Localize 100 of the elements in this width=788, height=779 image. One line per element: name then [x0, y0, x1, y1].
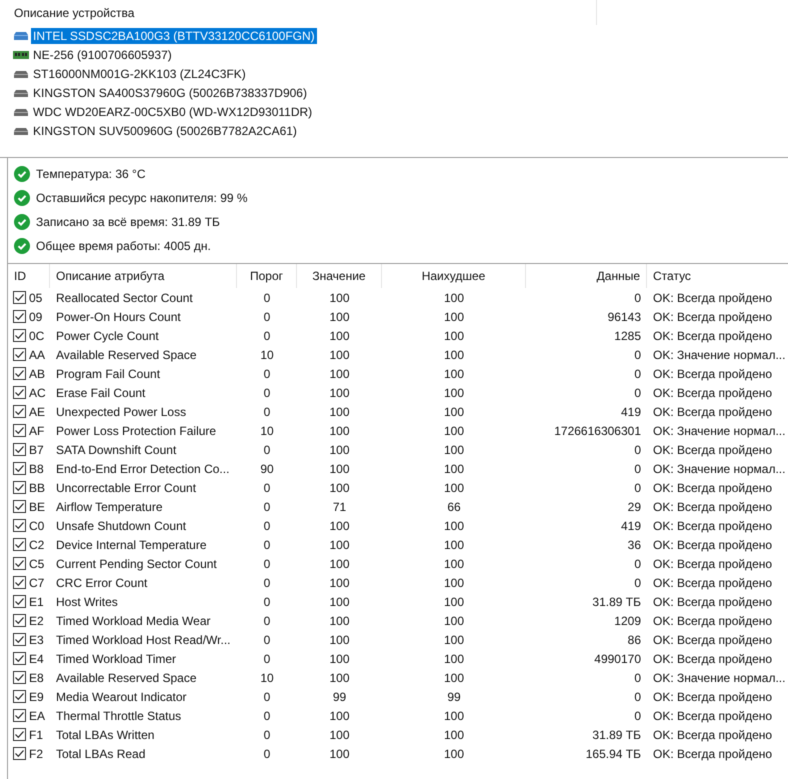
- table-cell-text: Timed Workload Timer: [55, 652, 178, 666]
- table-cell-text: 0: [262, 404, 272, 418]
- checkbox[interactable]: [13, 462, 26, 475]
- table-cell-text: Timed Workload Media Wear: [55, 614, 212, 628]
- table-cell-text: Device Internal Temperature: [55, 538, 208, 552]
- table-cell-text: 100: [328, 348, 351, 362]
- table-cell: AE: [29, 404, 46, 418]
- table-cell-text: 100: [328, 442, 351, 456]
- checkbox[interactable]: [13, 348, 26, 361]
- checkbox[interactable]: [13, 519, 26, 532]
- table-cell-text: 100: [442, 652, 466, 666]
- checkbox[interactable]: [13, 557, 26, 570]
- table-cell-text: 0: [262, 310, 272, 324]
- table-cell-text: 419: [620, 518, 642, 532]
- table-cell-text: 100: [328, 670, 351, 684]
- table-cell: AB: [29, 366, 46, 380]
- checkbox[interactable]: [13, 728, 26, 741]
- device-item[interactable]: NE-256 (9100706605937): [31, 46, 174, 62]
- table-cell-text: 96143: [606, 310, 642, 324]
- table-cell-text: 86: [626, 632, 642, 646]
- table-cell-text: 100: [442, 462, 466, 476]
- table-cell-text: 100: [442, 556, 466, 570]
- table-cell-text: OK: Всегда пройдено: [652, 556, 774, 570]
- table-cell-text: 0: [633, 442, 642, 456]
- table-cell-text: 0: [633, 576, 642, 590]
- column-header[interactable]: Статус: [647, 264, 788, 288]
- table-cell-text: Power-On Hours Count: [55, 310, 182, 324]
- table-cell-text: 100: [328, 328, 351, 342]
- column-header[interactable]: Описание устройства: [0, 0, 597, 25]
- column-header[interactable]: Значение: [297, 264, 382, 288]
- column-header[interactable]: Порог: [237, 264, 297, 288]
- table-cell-text: 100: [442, 594, 466, 608]
- table-cell-text: 100: [442, 746, 466, 760]
- device-item[interactable]: INTEL SSDSC2BA100G3 (BTTV33120CC6100FGN): [31, 28, 317, 44]
- column-header[interactable]: Описание атрибута: [50, 264, 237, 288]
- table-cell-text: Host Writes: [55, 594, 119, 608]
- table-cell-text: 100: [442, 728, 466, 742]
- table-cell-text: 165.94 ТБ: [584, 746, 642, 760]
- table-cell: BB: [29, 480, 46, 494]
- table-cell-text: 0: [262, 386, 272, 400]
- table-cell-text: Erase Fail Count: [55, 386, 146, 400]
- checkbox[interactable]: [13, 633, 26, 646]
- checkbox[interactable]: [13, 291, 26, 304]
- checkbox[interactable]: [13, 595, 26, 608]
- table-cell-text: OK: Всегда пройдено: [652, 690, 774, 704]
- table-cell-text: OK: Всегда пройдено: [652, 632, 774, 646]
- device-item[interactable]: KINGSTON SUV500960G (50026B7782A2CA61): [31, 122, 299, 138]
- table-cell-text: OK: Значение нормал...: [652, 670, 786, 684]
- table-cell-text: 0: [633, 348, 642, 362]
- summary-text: Записано за всё время: 31.89 ТБ: [36, 215, 220, 229]
- table-cell-text: OK: Всегда пройдено: [652, 728, 774, 742]
- drive-icon: [13, 30, 29, 40]
- checkbox[interactable]: [13, 671, 26, 684]
- table-cell-text: OK: Значение нормал...: [652, 462, 786, 476]
- checkbox[interactable]: [13, 329, 26, 342]
- table-cell-text: SATA Downshift Count: [55, 442, 178, 456]
- table-cell-text: OK: Всегда пройдено: [652, 310, 774, 324]
- table-cell-text: 100: [328, 576, 351, 590]
- column-header[interactable]: ID: [8, 264, 50, 288]
- checkbox[interactable]: [13, 443, 26, 456]
- column-header[interactable]: Данные: [526, 264, 647, 288]
- checkbox[interactable]: [13, 310, 26, 323]
- table-cell-text: 0: [262, 556, 272, 570]
- column-header[interactable]: Наихудшее: [382, 264, 526, 288]
- checkbox[interactable]: [13, 500, 26, 513]
- checkbox[interactable]: [13, 690, 26, 703]
- table-cell: C7: [29, 576, 44, 590]
- checkbox[interactable]: [13, 386, 26, 399]
- table-cell-text: 0: [262, 632, 272, 646]
- table-cell-text: Unexpected Power Loss: [55, 404, 188, 418]
- table-cell-text: 0: [262, 576, 272, 590]
- table-cell: 09: [29, 310, 42, 324]
- table-cell-text: OK: Всегда пройдено: [652, 652, 774, 666]
- checkbox[interactable]: [13, 405, 26, 418]
- device-item[interactable]: ST16000NM001G-2KK103 (ZL24C3FK): [31, 66, 248, 82]
- checkbox[interactable]: [13, 747, 26, 760]
- table-cell-text: 99: [332, 690, 348, 704]
- checkbox[interactable]: [13, 481, 26, 494]
- checkbox[interactable]: [13, 709, 26, 722]
- checkbox[interactable]: [13, 367, 26, 380]
- table-cell-text: OK: Значение нормал...: [652, 424, 786, 438]
- table-cell-text: 0: [262, 614, 272, 628]
- table-cell-text: 100: [328, 480, 351, 494]
- checkbox[interactable]: [13, 424, 26, 437]
- table-cell-text: Timed Workload Host Read/Wr...: [55, 632, 232, 646]
- device-item[interactable]: WDC WD20EARZ-00C5XB0 (WD-WX12D93011DR): [31, 104, 314, 120]
- table-cell-text: 1726616306301: [553, 424, 642, 438]
- table-cell-text: 0: [262, 652, 272, 666]
- table-cell-text: 1209: [613, 614, 642, 628]
- checkbox[interactable]: [13, 652, 26, 665]
- checkbox[interactable]: [13, 538, 26, 551]
- table-cell-text: 100: [442, 328, 466, 342]
- checkbox[interactable]: [13, 614, 26, 627]
- table-cell-text: 31.89 ТБ: [591, 728, 642, 742]
- table-cell-text: 0: [262, 500, 272, 514]
- table-cell-text: 0: [633, 670, 642, 684]
- table-cell-text: 100: [328, 594, 351, 608]
- checkbox[interactable]: [13, 576, 26, 589]
- table-cell-text: OK: Всегда пройдено: [652, 480, 774, 494]
- device-item[interactable]: KINGSTON SA400S37960G (50026B738337D906): [31, 84, 309, 100]
